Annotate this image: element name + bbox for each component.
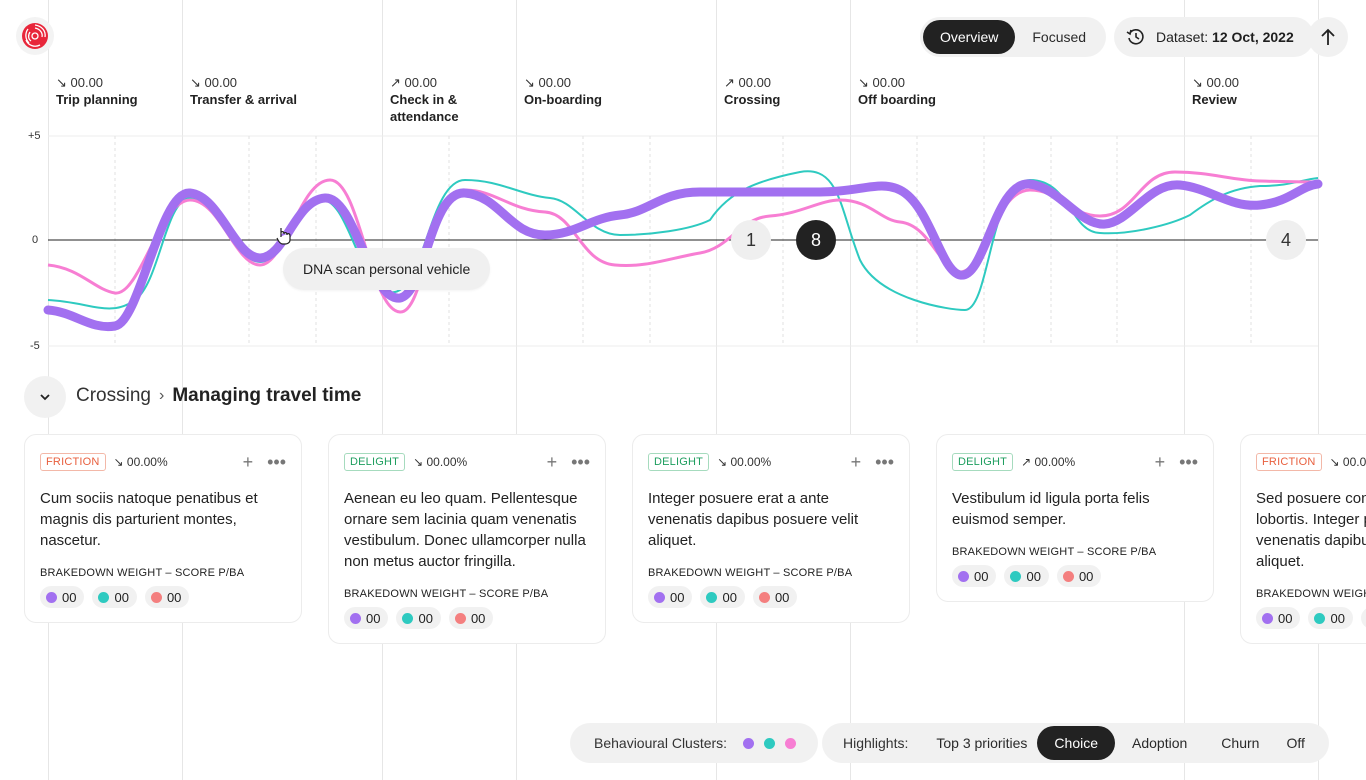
highlight-adoption[interactable]: Adoption: [1115, 726, 1204, 760]
cluster-pink[interactable]: [785, 737, 797, 749]
breadcrumb: Crossing › Managing travel time: [76, 385, 361, 407]
score-chip: 00: [144, 586, 190, 608]
hand-cursor-icon: [276, 228, 291, 245]
weight-label: BRAKEDOWN WEIGHT – SCORE P/BA: [40, 567, 245, 579]
add-icon[interactable]: +: [1155, 452, 1166, 473]
add-icon[interactable]: +: [243, 452, 254, 473]
more-icon[interactable]: •••: [875, 452, 894, 473]
tab-overview[interactable]: Overview: [923, 20, 1016, 54]
touchpoint-marker-selected[interactable]: 8: [796, 220, 836, 260]
stage-transfer-arrival[interactable]: ↘ 00.00 Transfer & arrival: [190, 74, 297, 108]
stage-on-boarding[interactable]: ↘ 00.00 On-boarding: [524, 74, 602, 108]
dataset-label: Dataset: 12 Oct, 2022: [1156, 29, 1294, 45]
card-delta: ↘ 00.00%: [1329, 455, 1366, 469]
export-button[interactable]: [1308, 17, 1348, 57]
card-delta: ↗ 00.00%: [1021, 455, 1076, 469]
breadcrumb-separator: ›: [158, 387, 165, 404]
friction-tag: FRICTION: [40, 453, 106, 471]
score-chip: 00: [648, 586, 693, 608]
score-chip: 00: [448, 607, 494, 629]
stage-crossing[interactable]: ↗ 00.00 Crossing: [724, 74, 780, 108]
cluster-teal[interactable]: [764, 737, 776, 749]
cluster-purple[interactable]: [743, 737, 755, 749]
delight-tag: DELIGHT: [648, 453, 710, 471]
tab-focused[interactable]: Focused: [1015, 20, 1103, 54]
breadcrumb-current: Managing travel time: [172, 385, 362, 406]
behavioural-clusters: Behavioural Clusters:: [570, 723, 819, 763]
insight-card[interactable]: DELIGHT ↘ 00.00% + ••• Integer posuere er…: [632, 434, 910, 623]
card-text: Aenean eu leo quam. Pellentesque ornare …: [344, 490, 586, 570]
more-icon[interactable]: •••: [1179, 452, 1198, 473]
card-text: Sed posuere consectetur est at lobortis.…: [1256, 490, 1366, 570]
score-chip: 00: [1004, 565, 1049, 587]
y-tick-label: +5: [28, 130, 41, 142]
view-toggle: Overview Focused: [920, 17, 1107, 57]
dataset-selector[interactable]: Dataset: 12 Oct, 2022: [1114, 17, 1314, 57]
touchpoint-marker[interactable]: 1: [731, 220, 771, 260]
card-text: Cum sociis natoque penatibus et magnis d…: [40, 490, 258, 549]
touchpoint-marker[interactable]: 4: [1266, 220, 1306, 260]
score-chip: 00: [1360, 607, 1366, 629]
more-icon[interactable]: •••: [571, 452, 590, 473]
delight-tag: DELIGHT: [952, 453, 1014, 471]
score-chip: 00: [700, 586, 745, 608]
highlight-top-3[interactable]: Top 3 priorities: [918, 726, 1037, 760]
stage-check-in[interactable]: ↗ 00.00 Check in & attendance: [390, 74, 459, 125]
weight-label: BRAKEDOWN WEIGHT – SCORE P/BA: [1256, 588, 1366, 600]
stage-off-boarding[interactable]: ↘ 00.00 Off boarding: [858, 74, 936, 108]
highlight-churn[interactable]: Churn: [1204, 726, 1276, 760]
stage-review[interactable]: ↘ 00.00 Review: [1192, 74, 1239, 108]
score-chip: 00: [1256, 607, 1301, 629]
more-icon[interactable]: •••: [267, 452, 286, 473]
highlight-choice[interactable]: Choice: [1037, 726, 1116, 760]
friction-tag: FRICTION: [1256, 453, 1322, 471]
score-chip: 00: [1056, 565, 1102, 587]
chevron-down-icon: [40, 394, 50, 401]
spiral-logo-icon: [22, 23, 48, 49]
score-chip: 00: [952, 565, 997, 587]
insight-card[interactable]: DELIGHT ↗ 00.00% + ••• Vestibulum id ligu…: [936, 434, 1214, 602]
score-chip: 00: [92, 586, 137, 608]
score-chip: 00: [40, 586, 85, 608]
score-chip: 00: [396, 607, 441, 629]
card-delta: ↘ 00.00%: [717, 455, 772, 469]
clusters-label: Behavioural Clusters:: [594, 735, 728, 751]
highlights-selector: Highlights: Top 3 priorities Choice Adop…: [822, 723, 1329, 763]
stage-trip-planning[interactable]: ↘ 00.00 Trip planning: [56, 74, 138, 108]
insight-card[interactable]: FRICTION ↘ 00.00% Sed posuere consectetu…: [1240, 434, 1366, 644]
y-tick-label: 0: [32, 234, 39, 246]
weight-label: BRAKEDOWN WEIGHT – SCORE P/BA: [952, 546, 1157, 558]
app-logo[interactable]: [16, 17, 54, 55]
weight-label: BRAKEDOWN WEIGHT – SCORE P/BA: [648, 567, 853, 579]
card-text: Integer posuere erat a ante venenatis da…: [648, 490, 859, 549]
card-delta: ↘ 00.00%: [113, 455, 168, 469]
weight-label: BRAKEDOWN WEIGHT – SCORE P/BA: [344, 588, 549, 600]
delight-tag: DELIGHT: [344, 453, 406, 471]
insight-card[interactable]: DELIGHT ↘ 00.00% + ••• Aenean eu leo quam…: [328, 434, 606, 644]
highlights-label: Highlights:: [843, 735, 909, 751]
chart-tooltip: DNA scan personal vehicle: [283, 248, 491, 290]
score-chip: 00: [752, 586, 798, 608]
card-delta: ↘ 00.00%: [413, 455, 468, 469]
score-chip: 00: [344, 607, 389, 629]
add-icon[interactable]: +: [851, 452, 862, 473]
score-chip: 00: [1308, 607, 1353, 629]
collapse-button[interactable]: [24, 376, 66, 418]
breadcrumb-parent[interactable]: Crossing: [76, 385, 151, 407]
card-text: Vestibulum id ligula porta felis euismod…: [952, 490, 1150, 528]
insight-card[interactable]: FRICTION ↘ 00.00% + ••• Cum sociis natoqu…: [24, 434, 302, 623]
y-tick-label: -5: [30, 340, 40, 352]
add-icon[interactable]: +: [547, 452, 558, 473]
history-icon: [1126, 29, 1144, 45]
arrow-up-icon: [1321, 28, 1335, 45]
highlight-off[interactable]: Off: [1276, 726, 1324, 760]
